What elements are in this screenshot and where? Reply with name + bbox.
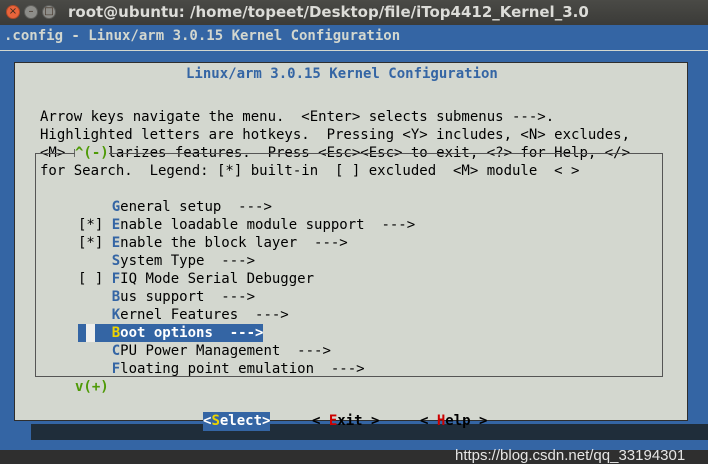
select-close: > [262,413,271,429]
header-rule [0,50,708,51]
scroll-down-indicator[interactable]: v(+) [75,379,109,395]
dialog-title: Linux/arm 3.0.15 Kernel Configuration [182,66,502,82]
help-label: elp [445,413,471,429]
menu-item-label: oot options ---> [120,325,264,341]
menu-item-hotkey: C [111,343,121,359]
menu-item[interactable]: [*] Enable loadable module support ---> [78,216,415,234]
menu-item-hotkey: S [111,253,121,269]
help-line: Highlighted letters are hotkeys. Pressin… [40,127,631,143]
select-hotkey: S [211,413,220,429]
exit-close: > [362,413,380,429]
menu-item-label: ystem Type ---> [120,253,256,269]
menu-item-hotkey: K [111,307,121,323]
menu-item-state [78,343,112,359]
menu-item[interactable]: System Type ---> [78,252,255,270]
help-close: > [470,413,488,429]
menu-item-state [78,289,112,305]
kernel-config-dialog: Linux/arm 3.0.15 Kernel Configuration Ar… [14,62,688,431]
terminal-area[interactable]: .config - Linux/arm 3.0.15 Kernel Config… [0,25,708,464]
help-line: Arrow keys navigate the menu. <Enter> se… [40,109,555,125]
menu-item-label: ernel Features ---> [120,307,289,323]
help-button[interactable]: < Help > [420,412,487,431]
menu-item-state [78,361,112,377]
menu-item[interactable]: Floating point emulation ---> [78,360,365,378]
menu-item-label: nable loadable module support ---> [120,217,416,233]
config-header: .config - Linux/arm 3.0.15 Kernel Config… [4,28,401,44]
select-label: elect [219,413,263,429]
window-close-button[interactable]: × [6,5,20,19]
menu-item-label: us support ---> [120,289,256,305]
menu-item-hotkey: B [111,325,121,341]
menu-item-label: PU Power Management ---> [120,343,331,359]
menu-item-state: [*] [78,217,112,233]
menu-item[interactable]: [*] Enable the block layer ---> [78,234,348,252]
menu-item-state [78,253,112,269]
exit-open: < [312,413,329,429]
select-button[interactable]: <Select> [203,412,271,431]
menu-item[interactable]: General setup ---> [78,198,272,216]
close-icon: × [8,6,18,17]
window-maximize-button[interactable]: □ [42,5,56,19]
exit-button[interactable]: < Exit > [312,412,379,431]
menu-item-hotkey: E [111,217,121,233]
menu-item-hotkey: G [111,199,121,215]
window-minimize-button[interactable]: – [24,5,38,19]
exit-label: xit [337,413,363,429]
menu-item[interactable]: Bus support ---> [78,288,255,306]
window-titlebar: × – □ root@ubuntu: /home/topeet/Desktop/… [0,0,708,26]
menu-item-state [78,307,112,323]
scroll-up-indicator[interactable]: ^(-) [75,145,109,161]
maximize-icon: □ [44,6,54,17]
button-row: <Select> < Exit > < Help > [1,412,701,432]
menu-item-label: nable the block layer ---> [120,235,348,251]
window-title: root@ubuntu: /home/topeet/Desktop/file/i… [68,3,589,21]
menu-item-hotkey: B [111,289,121,305]
minimize-icon: – [28,6,34,17]
menu-item[interactable]: Kernel Features ---> [78,306,289,324]
menu-item[interactable]: CPU Power Management ---> [78,342,331,360]
menu-item-hotkey: E [111,235,121,251]
menu-item-label: eneral setup ---> [120,199,272,215]
menu-item-hotkey: F [111,361,121,377]
menu-item-label: IQ Mode Serial Debugger [120,271,315,287]
menu-item-state [78,199,112,215]
menu-item-state: [ ] [78,271,112,287]
menu-item[interactable]: [ ] FIQ Mode Serial Debugger [78,270,314,288]
menu-item-state: [*] [78,235,112,251]
text-cursor [86,324,95,342]
menu-item-hotkey: F [111,271,121,287]
help-open: < [420,413,437,429]
menu-item[interactable]: Boot options ---> [78,324,264,342]
menu-item-label: loating point emulation ---> [120,361,365,377]
